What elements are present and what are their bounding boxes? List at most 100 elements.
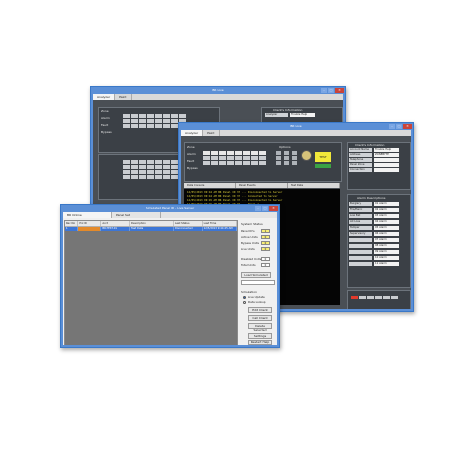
status-value: 0: [261, 235, 270, 239]
alarm-value[interactable]: 07 Alarm: [374, 238, 399, 242]
row-label-fault: Fault: [187, 159, 195, 163]
alarm-value[interactable]: 02 Alarm: [374, 208, 399, 212]
client-field-label: Connection: [349, 168, 372, 172]
load-simulated-button[interactable]: Load Simulated: [241, 272, 271, 278]
field-value[interactable]: Trouble Help: [290, 113, 315, 117]
column-header[interactable]: Rec No: [65, 221, 79, 226]
row-label-bypass: Bypass: [101, 130, 112, 134]
disabled-label: Disabled Units: [241, 257, 262, 261]
minimize-icon[interactable]: –: [389, 124, 395, 129]
settings-button[interactable]: Settings: [248, 333, 272, 339]
window-title: BR Live: [179, 123, 413, 130]
log-line: 12/05/2013 09:44 AM BR Panel ID 37 ... D…: [187, 191, 283, 194]
log-line: 12/05/2013 09:44 AM BR Panel ID 37 ... C…: [187, 195, 278, 198]
delete-selected-button[interactable]: Delete Selected: [248, 323, 272, 332]
tab-panel-events[interactable]: Panel Events: [236, 183, 288, 188]
alarm-value[interactable]: 05 Alarm: [374, 226, 399, 230]
tab-bar: BR Online Panel Set: [63, 212, 277, 218]
client-info-fields: Account Name Trouble Help Address ZONEBYTE…: [349, 148, 399, 172]
row-label-zone: Zone: [101, 109, 109, 113]
minimize-icon[interactable]: –: [255, 206, 261, 211]
status-item: Bypass Units 0: [241, 241, 270, 245]
alarm-descriptions-title: Alarm Descriptions: [357, 196, 386, 200]
row-label-zone: Zone: [187, 145, 195, 149]
client-info-fields: Analyzer Trouble Help: [265, 113, 315, 117]
client-field-value[interactable]: [374, 158, 399, 162]
options-label: Options: [279, 145, 291, 149]
tab-paint[interactable]: Paint: [203, 130, 220, 136]
alarm-value[interactable]: 10 Alarm: [374, 256, 399, 260]
client-field-value[interactable]: ZONEBYTE: [374, 153, 399, 157]
radio-icon[interactable]: [243, 300, 246, 304]
tab-bar: Analyzer Paint: [93, 94, 343, 100]
client-field-value[interactable]: [374, 168, 399, 172]
minimize-icon[interactable]: –: [321, 88, 327, 93]
radio-live-update[interactable]: Live Update: [243, 295, 265, 299]
tab-analyzer[interactable]: Analyzer: [181, 130, 204, 136]
column-header[interactable]: Last Status: [174, 221, 203, 226]
indicator-yellow: TEST: [315, 152, 331, 162]
tab-panel-set[interactable]: Panel Set: [112, 212, 161, 218]
status-label: Live Units: [241, 247, 255, 251]
close-icon[interactable]: ✕: [335, 88, 344, 93]
restart-help-button[interactable]: Restart Help: [248, 340, 272, 345]
client-field-label: Panel Zone: [349, 163, 372, 167]
call-client-button[interactable]: Call Client: [248, 315, 272, 321]
client-field-label: Telephone: [349, 158, 372, 162]
window-client: BR Online Panel Set Rec No Pnl ID Acct D…: [63, 212, 277, 345]
close-icon[interactable]: ✕: [269, 206, 278, 211]
client-field-value[interactable]: Trouble Help: [374, 148, 399, 152]
alarm-value[interactable]: 01 Alarm: [374, 202, 399, 206]
load-input[interactable]: [241, 280, 275, 285]
client-field-label: Address: [349, 153, 372, 157]
close-icon[interactable]: ✕: [403, 124, 412, 129]
alarm-value[interactable]: 08 Alarm: [374, 244, 399, 248]
alarm-label: [349, 256, 372, 260]
simulated-panel-window: Simulated Panel ID - Live Server – □ ✕ B…: [60, 204, 280, 348]
tab-test-data[interactable]: Test Data: [288, 183, 340, 188]
zone-grid-1: [123, 114, 186, 128]
radio-label: Live Update: [248, 295, 265, 299]
table-row[interactable]: 1 BR-TEST-01 Test Data Disconnected 12/5…: [65, 227, 237, 231]
column-header[interactable]: Acct: [101, 221, 131, 226]
status-value: 0: [261, 247, 270, 251]
tab-paint[interactable]: Paint: [115, 94, 132, 100]
cell-status: Disconnected: [174, 227, 203, 231]
column-header[interactable]: Pnl ID: [78, 221, 102, 226]
alarm-value[interactable]: 04 Alarm: [374, 220, 399, 224]
column-header[interactable]: Description: [130, 221, 174, 226]
cell-desc: Test Data: [130, 227, 174, 231]
maximize-icon[interactable]: □: [262, 206, 268, 211]
column-header[interactable]: Last Time: [203, 221, 237, 226]
row-label-bypass: Bypass: [187, 166, 198, 170]
tab-br-online[interactable]: BR Online: [63, 212, 112, 218]
dial-icon: [301, 150, 312, 161]
alarm-value[interactable]: 11 Alarm: [374, 262, 399, 266]
maximize-icon[interactable]: □: [396, 124, 402, 129]
log-line: 12/05/2013 09:45 AM BR Panel ID 37 ... D…: [187, 199, 283, 202]
status-value: 1: [261, 229, 270, 233]
row-label-alarm: Alarm: [187, 152, 196, 156]
tab-data-console[interactable]: Data Console: [184, 183, 236, 188]
window-controls: – □ ✕: [321, 88, 344, 93]
edit-client-button[interactable]: Edit Client: [248, 307, 272, 313]
radio-data-lookup[interactable]: Data Lookup: [243, 300, 266, 304]
status-item: Live Units 0: [241, 247, 270, 251]
status-item: Panel ID's 1: [241, 229, 270, 233]
zone-grid-2: [123, 160, 186, 179]
radio-label: Data Lookup: [248, 300, 266, 304]
radio-icon[interactable]: [243, 295, 246, 299]
client-info-title: Client's Information: [273, 108, 303, 112]
alarm-value[interactable]: 06 Alarm: [374, 232, 399, 236]
tab-bar: Analyzer Paint: [181, 130, 411, 136]
disabled-value: 0: [261, 257, 270, 261]
alarm-label: AC Loss: [349, 220, 372, 224]
alarm-value[interactable]: 09 Alarm: [374, 250, 399, 254]
status-strip: [351, 296, 398, 299]
maximize-icon[interactable]: □: [328, 88, 334, 93]
alarm-value[interactable]: 03 Alarm: [374, 214, 399, 218]
window-title: Simulated Panel ID - Live Server: [61, 205, 279, 212]
cell-pnl: [78, 227, 102, 231]
client-field-value[interactable]: [374, 163, 399, 167]
tab-analyzer[interactable]: Analyzer: [93, 94, 116, 100]
